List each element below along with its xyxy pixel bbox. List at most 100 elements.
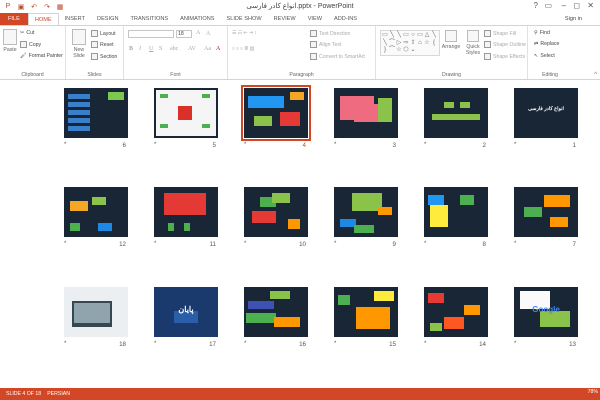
ribbon-display-icon[interactable]: ▭ bbox=[544, 1, 552, 10]
find-button[interactable]: ⚲ Find bbox=[534, 30, 550, 36]
arrange-button[interactable]: Arrange bbox=[440, 30, 462, 50]
reset-button[interactable]: Reset bbox=[91, 41, 114, 48]
copy-button[interactable]: Copy bbox=[20, 41, 41, 48]
shrink-font-icon[interactable]: A bbox=[206, 31, 210, 37]
slide-thumbnail[interactable] bbox=[334, 187, 398, 237]
align-icons[interactable]: ≡ ≡ ≡ ≣ ▥ bbox=[232, 46, 254, 52]
transition-icon[interactable]: * bbox=[424, 241, 426, 247]
slide-thumbnail[interactable] bbox=[64, 187, 128, 237]
replace-button[interactable]: ⇄ Replace bbox=[534, 41, 559, 47]
tab-design[interactable]: DESIGN bbox=[91, 13, 124, 25]
status-bar: SLIDE 4 OF 18 PERSIAN 78% bbox=[0, 388, 600, 400]
transition-icon[interactable]: * bbox=[424, 341, 426, 347]
clipboard-group: Paste ✂ Cut Copy 🖌 Format Painter Clipboar… bbox=[0, 26, 66, 79]
layout-button[interactable]: Layout bbox=[91, 30, 116, 37]
shapes-gallery[interactable]: ▭ ╲ ╲ ▭ ○ ▭ △ ╲ ╲ ⌒ ▷ ⇨ ⇧ ⌂ ☆{} ⌒ ☆ ⬡ ⌄ bbox=[380, 30, 440, 56]
paste-button[interactable]: Paste bbox=[3, 29, 17, 53]
slide-shape bbox=[274, 317, 300, 327]
transition-icon[interactable]: * bbox=[514, 341, 516, 347]
slide-shape bbox=[246, 313, 276, 323]
minimize-icon[interactable]: – bbox=[562, 1, 566, 10]
shape-outline-button[interactable]: Shape Outline bbox=[484, 41, 526, 48]
slide-thumbnail[interactable] bbox=[424, 287, 488, 337]
slide-shape bbox=[280, 112, 300, 126]
convert-smartart-button[interactable]: Convert to SmartArt bbox=[310, 53, 365, 60]
underline-icon[interactable]: U bbox=[149, 46, 153, 52]
slide-thumbnail[interactable] bbox=[244, 187, 308, 237]
shape-fill-button[interactable]: Shape Fill bbox=[484, 30, 516, 37]
transition-icon[interactable]: * bbox=[154, 241, 156, 247]
help-icon[interactable]: ? bbox=[534, 1, 538, 10]
bold-icon[interactable]: B bbox=[129, 46, 133, 52]
char-spacing-icon[interactable]: AV bbox=[188, 46, 196, 52]
tab-insert[interactable]: INSERT bbox=[59, 13, 91, 25]
sign-in-link[interactable]: Sign in bbox=[565, 16, 582, 22]
strikethrough-icon[interactable]: abc bbox=[170, 46, 178, 52]
italic-icon[interactable]: I bbox=[139, 46, 141, 52]
shape-effects-button[interactable]: Shape Effects bbox=[484, 53, 525, 60]
tab-home[interactable]: HOME bbox=[27, 13, 59, 25]
transition-icon[interactable]: * bbox=[514, 241, 516, 247]
slide-thumbnail[interactable] bbox=[334, 88, 398, 138]
font-color-icon[interactable]: A bbox=[216, 46, 220, 52]
tab-review[interactable]: REVIEW bbox=[268, 13, 302, 25]
tab-animations[interactable]: ANIMATIONS bbox=[174, 13, 220, 25]
transition-icon[interactable]: * bbox=[244, 241, 246, 247]
slide-thumbnail[interactable] bbox=[424, 88, 488, 138]
section-button[interactable]: Section bbox=[91, 53, 117, 60]
transition-icon[interactable]: * bbox=[514, 142, 516, 148]
slide-thumbnail[interactable] bbox=[154, 187, 218, 237]
transition-icon[interactable]: * bbox=[244, 142, 246, 148]
reset-icon bbox=[91, 41, 98, 48]
slide-thumbnail[interactable]: Google bbox=[514, 287, 578, 337]
slide-shape bbox=[430, 323, 442, 331]
slide-thumbnail[interactable] bbox=[64, 88, 128, 138]
slide-thumbnail[interactable] bbox=[64, 287, 128, 337]
slide-thumbnail[interactable] bbox=[424, 187, 488, 237]
slide-thumbnail[interactable]: پایان bbox=[154, 287, 218, 337]
change-case-icon[interactable]: Aa bbox=[204, 46, 211, 52]
bullets-icon[interactable]: ☰ ☷ ⇤ ⇥ ↕ bbox=[232, 30, 257, 36]
text-direction-button[interactable]: Text Direction bbox=[310, 30, 350, 37]
shadow-icon[interactable]: S bbox=[159, 46, 162, 52]
slide-thumbnail[interactable]: انواع کادر فارسی bbox=[514, 88, 578, 138]
language-indicator[interactable]: PERSIAN bbox=[47, 391, 70, 397]
slide-thumbnail[interactable] bbox=[514, 187, 578, 237]
slide-number: 7 bbox=[572, 241, 576, 248]
transition-icon[interactable]: * bbox=[64, 142, 66, 148]
tab-file[interactable]: FILE bbox=[0, 13, 28, 25]
slide-shape bbox=[430, 205, 448, 227]
select-button[interactable]: ↖ Select bbox=[534, 53, 555, 59]
collapse-ribbon-icon[interactable]: ^ bbox=[594, 72, 597, 78]
slide-thumbnail[interactable] bbox=[154, 88, 218, 138]
tab-view[interactable]: VIEW bbox=[302, 13, 328, 25]
transition-icon[interactable]: * bbox=[64, 241, 66, 247]
align-text-button[interactable]: Align Text bbox=[310, 41, 341, 48]
new-slide-button[interactable]: New Slide bbox=[70, 29, 88, 59]
transition-icon[interactable]: * bbox=[334, 341, 336, 347]
slide-thumbnail[interactable] bbox=[241, 85, 311, 141]
transition-icon[interactable]: * bbox=[244, 341, 246, 347]
transition-icon[interactable]: * bbox=[334, 142, 336, 148]
tab-add-ins[interactable]: ADD-INS bbox=[328, 13, 363, 25]
tab-slide-show[interactable]: SLIDE SHOW bbox=[221, 13, 268, 25]
maximize-icon[interactable]: ◻ bbox=[573, 1, 580, 10]
quick-styles-button[interactable]: Quick Styles bbox=[462, 30, 484, 56]
transition-icon[interactable]: * bbox=[64, 341, 66, 347]
transition-icon[interactable]: * bbox=[334, 241, 336, 247]
transition-icon[interactable]: * bbox=[154, 341, 156, 347]
slide-thumbnail[interactable] bbox=[244, 287, 308, 337]
cut-button[interactable]: ✂ Cut bbox=[20, 30, 34, 36]
close-icon[interactable]: ✕ bbox=[587, 1, 594, 10]
transition-icon[interactable]: * bbox=[154, 142, 156, 148]
ribbon: Paste ✂ Cut Copy 🖌 Format Painter Clipboar… bbox=[0, 25, 600, 80]
font-name-combo[interactable] bbox=[128, 30, 174, 38]
slide-thumbnail[interactable] bbox=[334, 287, 398, 337]
font-size-combo[interactable]: 18 bbox=[176, 30, 192, 38]
tab-transitions[interactable]: TRANSITIONS bbox=[124, 13, 174, 25]
grow-font-icon[interactable]: A bbox=[196, 30, 200, 36]
title-bar: P ▣ ↶ ↷ ▦ انواع کادر فارسی.pptx - PowerP… bbox=[0, 0, 600, 13]
transition-icon[interactable]: * bbox=[424, 142, 426, 148]
format-painter-button[interactable]: 🖌 Format Painter bbox=[20, 53, 63, 59]
zoom-level[interactable]: 78% bbox=[588, 389, 598, 395]
